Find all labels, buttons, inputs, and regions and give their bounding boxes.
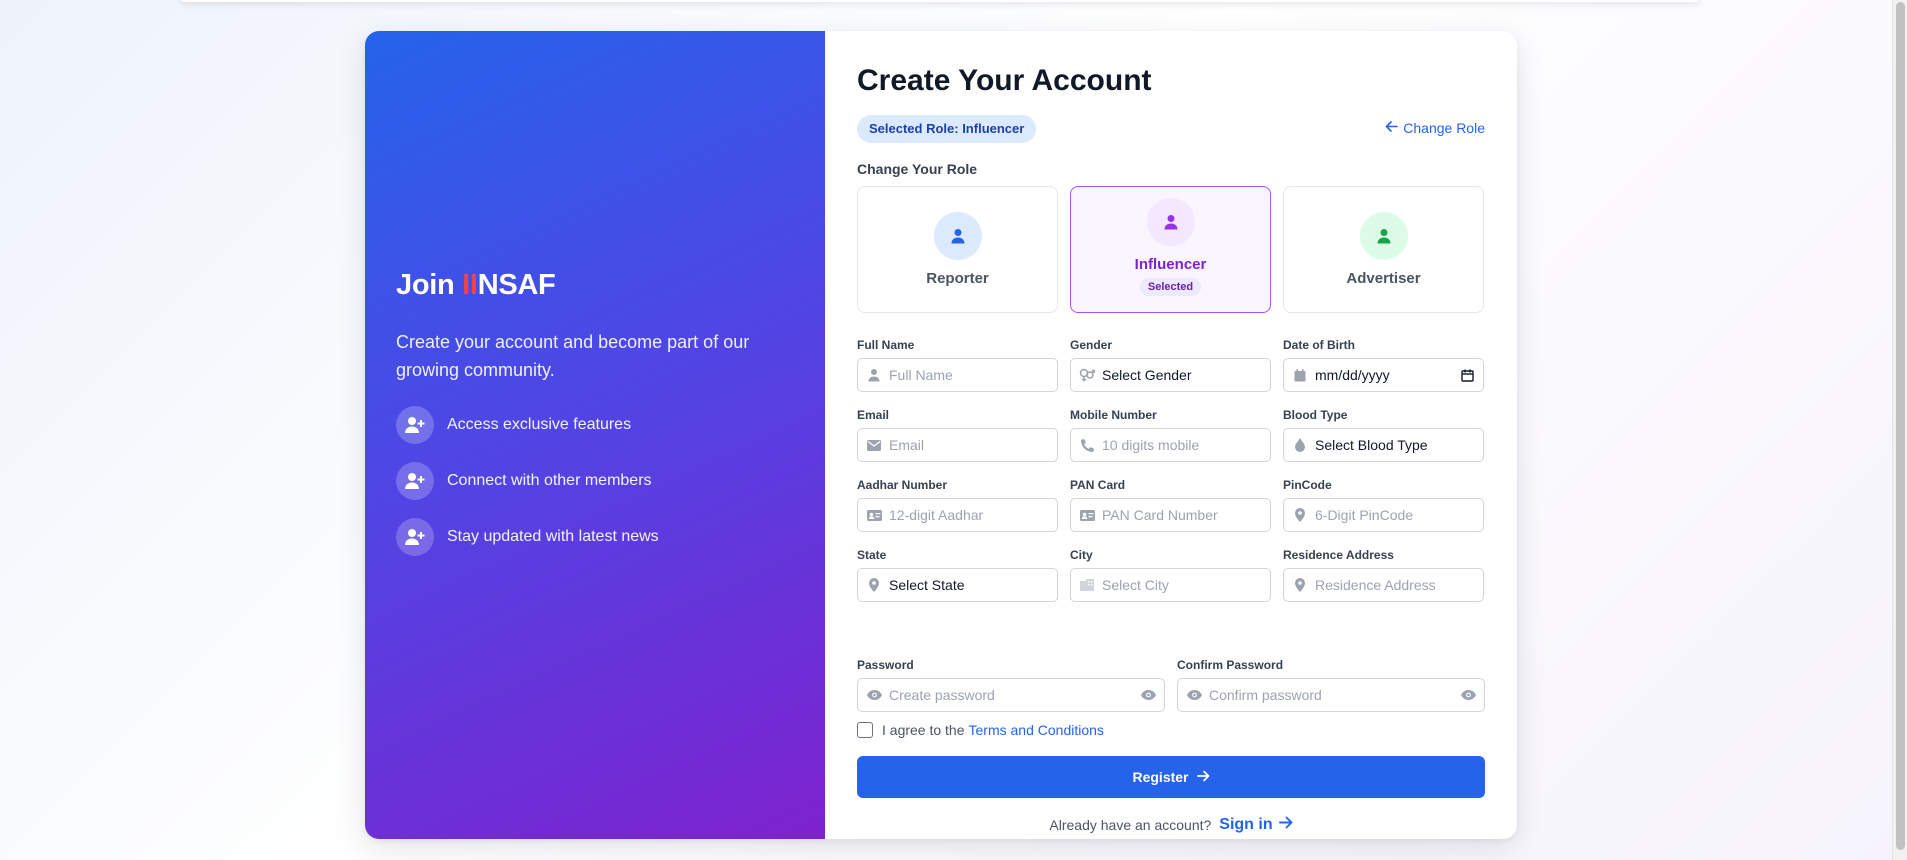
user-plus-icon [396, 462, 434, 500]
scrollbar-thumb[interactable] [1896, 2, 1905, 850]
eye-icon [1186, 687, 1202, 703]
full-name-input[interactable]: Full Name [857, 358, 1058, 392]
map-pin-icon [1292, 577, 1308, 593]
role-heading: Change Your Role [857, 161, 978, 177]
city-select[interactable]: Select City [1070, 568, 1271, 602]
envelope-icon [866, 437, 882, 453]
form-panel: Create Your Account Selected Role: Influ… [825, 31, 1517, 839]
password-field: Password Create password [857, 658, 1165, 728]
register-button[interactable]: Register [857, 756, 1485, 798]
toggle-password-visibility-icon[interactable] [1140, 687, 1156, 703]
feature-item: Stay updated with latest news [396, 518, 796, 556]
role-card-reporter[interactable]: Reporter [857, 186, 1058, 313]
confirm-password-field: Confirm Password Confirm password [1177, 658, 1485, 728]
email-input[interactable]: Email [857, 428, 1058, 462]
map-pin-icon [1292, 507, 1308, 523]
blood-type-field: Blood Type Select Blood Type [1283, 408, 1484, 478]
state-select[interactable]: Select State [857, 568, 1058, 602]
dob-input[interactable]: mm/dd/yyyy [1283, 358, 1484, 392]
top-bar-shadow [180, 0, 1700, 2]
calendar-icon [1292, 367, 1308, 383]
arrow-left-icon [1385, 120, 1399, 136]
signin-row: Already have an account? Sign in [857, 816, 1485, 834]
password-input[interactable]: Create password [857, 678, 1165, 712]
toggle-confirm-password-visibility-icon[interactable] [1460, 687, 1476, 703]
confirm-password-input[interactable]: Confirm password [1177, 678, 1485, 712]
user-icon [866, 367, 882, 383]
address-field: Residence Address Residence Address [1283, 548, 1484, 618]
pan-field: PAN Card PAN Card Number [1070, 478, 1271, 548]
terms-link[interactable]: Terms and Conditions [969, 722, 1104, 738]
welcome-panel: Join IINSAF Create your account and beco… [365, 31, 825, 839]
brand-heading: Join IINSAF [396, 269, 556, 301]
id-card-icon [1079, 507, 1095, 523]
terms-label: I agree to the [882, 722, 965, 738]
feature-list: Access exclusive features Connect with o… [396, 406, 796, 556]
droplet-icon [1292, 437, 1308, 453]
change-role-link[interactable]: Change Role [1385, 120, 1485, 136]
aadhar-field: Aadhar Number 12-digit Aadhar [857, 478, 1058, 548]
signup-card: Join IINSAF Create your account and beco… [365, 31, 1517, 839]
arrow-right-icon [1196, 769, 1210, 785]
role-card-influencer[interactable]: Influencer Selected [1070, 186, 1271, 313]
aadhar-input[interactable]: 12-digit Aadhar [857, 498, 1058, 532]
page-scrollbar[interactable] [1892, 0, 1907, 860]
selected-tag: Selected [1139, 278, 1202, 296]
mobile-field: Mobile Number 10 digits mobile [1070, 408, 1271, 478]
signin-link[interactable]: Sign in [1219, 816, 1293, 834]
pan-input[interactable]: PAN Card Number [1070, 498, 1271, 532]
user-plus-icon [396, 518, 434, 556]
terms-checkbox[interactable] [857, 722, 873, 738]
password-row: Password Create password Confirm Passwor… [857, 658, 1485, 728]
arrow-right-icon [1278, 816, 1293, 834]
map-pin-icon [866, 577, 882, 593]
full-name-field: Full Name Full Name [857, 338, 1058, 408]
email-field: Email Email [857, 408, 1058, 478]
phone-icon [1079, 437, 1095, 453]
gender-icon [1079, 367, 1095, 383]
state-field: State Select State [857, 548, 1058, 618]
pincode-field: PinCode 6-Digit PinCode [1283, 478, 1484, 548]
feature-item: Connect with other members [396, 462, 796, 500]
dob-field: Date of Birth mm/dd/yyyy [1283, 338, 1484, 408]
gender-select[interactable]: Select Gender [1070, 358, 1271, 392]
pincode-input[interactable]: 6-Digit PinCode [1283, 498, 1484, 532]
selected-role-badge: Selected Role: Influencer [857, 115, 1037, 143]
id-card-icon [866, 507, 882, 523]
user-icon [1146, 198, 1195, 246]
calendar-picker-icon[interactable] [1459, 367, 1475, 383]
building-icon [1079, 577, 1095, 593]
role-selector: Reporter Influencer Selected Advertiser [857, 186, 1485, 313]
user-icon [1359, 212, 1408, 260]
tagline: Create your account and become part of o… [396, 332, 750, 380]
gender-field: Gender Select Gender [1070, 338, 1271, 408]
page-title: Create Your Account [857, 64, 1152, 97]
feature-item: Access exclusive features [396, 406, 796, 444]
eye-icon [866, 687, 882, 703]
blood-type-select[interactable]: Select Blood Type [1283, 428, 1484, 462]
user-plus-icon [396, 406, 434, 444]
address-input[interactable]: Residence Address [1283, 568, 1484, 602]
terms-row: I agree to the Terms and Conditions [857, 722, 1104, 738]
mobile-input[interactable]: 10 digits mobile [1070, 428, 1271, 462]
city-field: City Select City [1070, 548, 1271, 618]
signin-prompt: Already have an account? [1049, 817, 1212, 833]
user-icon [933, 212, 982, 260]
role-card-advertiser[interactable]: Advertiser [1283, 186, 1484, 313]
form-grid: Full Name Full Name Gender Select Gender… [857, 338, 1485, 618]
